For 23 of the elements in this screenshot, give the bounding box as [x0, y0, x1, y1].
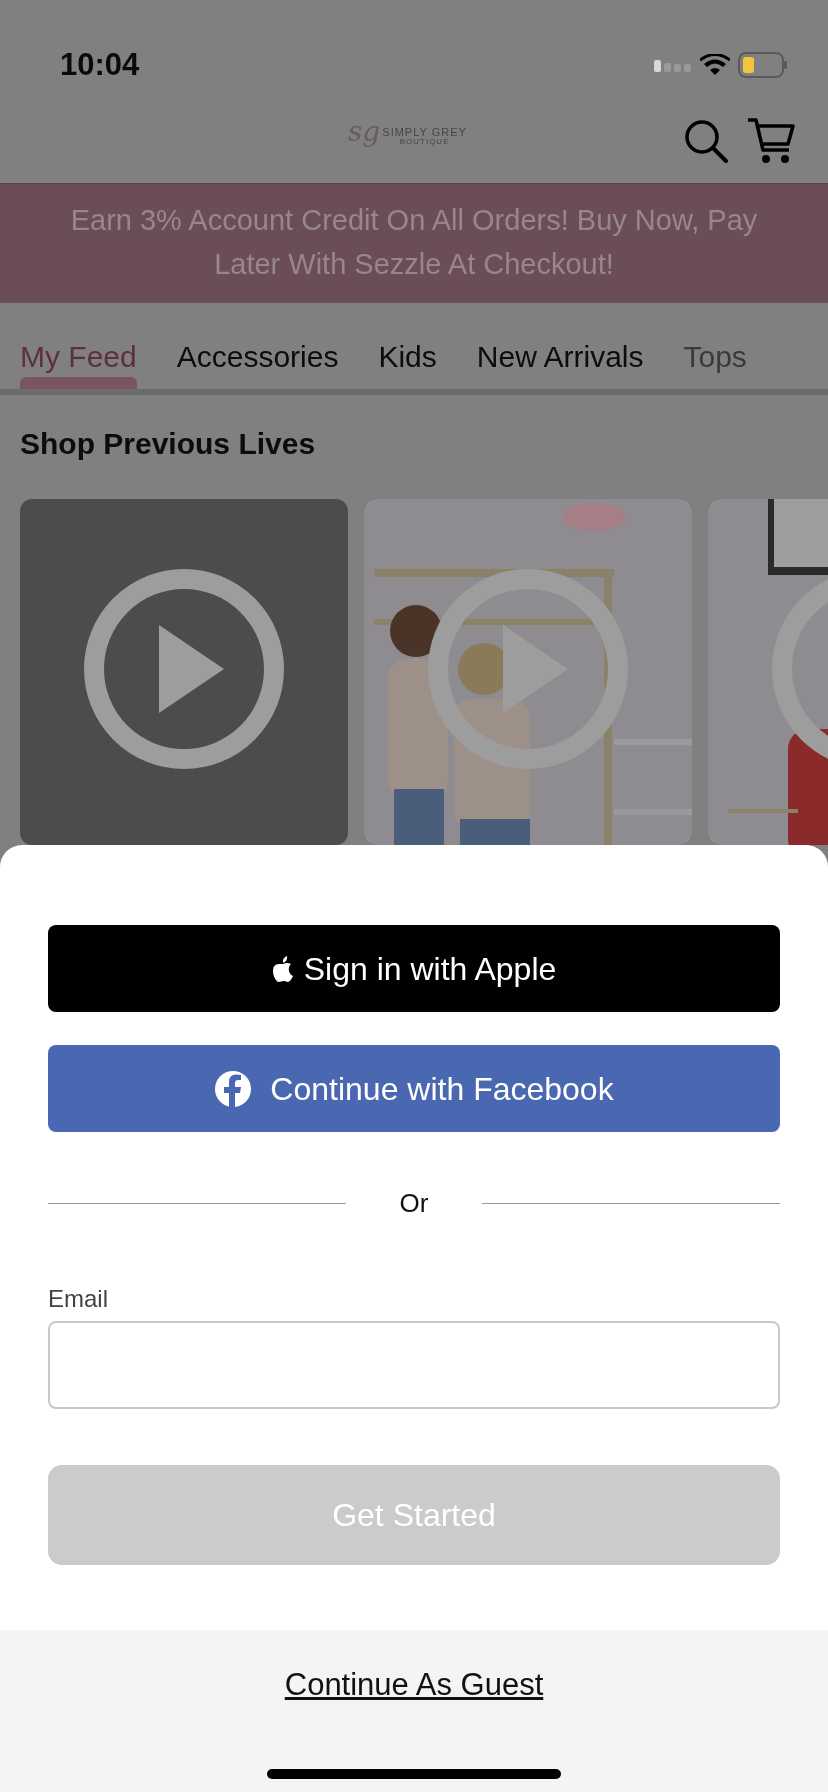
status-time: 10:04 [60, 45, 140, 84]
category-tab[interactable]: Kids [378, 303, 437, 389]
apple-icon [271, 955, 294, 982]
facebook-icon [214, 1069, 253, 1108]
category-tab[interactable]: My Feed [20, 303, 137, 389]
promo-banner: Earn 3% Account Credit On All Orders! Buy Now, Pay Later With Sezzle At Checkout! [0, 183, 828, 303]
category-tab[interactable]: New Arrivals [476, 303, 644, 389]
facebook-button[interactable]: Continue with Facebook [48, 1045, 780, 1132]
category-tab[interactable]: Tops [683, 303, 747, 389]
divider-text: Or [398, 1187, 430, 1220]
search-icon[interactable] [684, 119, 728, 163]
wifi-icon [700, 54, 730, 76]
section-title: Shop Previous Lives [19, 426, 317, 462]
video-placeholder[interactable] [20, 499, 348, 845]
signal-icon [654, 58, 692, 72]
email-label: Email [48, 1284, 109, 1314]
play-icon[interactable] [84, 569, 284, 769]
category-tab[interactable]: Accessories [176, 303, 339, 389]
battery-icon [738, 52, 788, 78]
cart-icon[interactable] [746, 116, 796, 166]
email-field[interactable] [48, 1321, 780, 1409]
guest-link[interactable]: Continue As Guest [284, 1667, 544, 1702]
apple-sign-in-button[interactable]: Sign in with Apple [48, 925, 780, 1012]
